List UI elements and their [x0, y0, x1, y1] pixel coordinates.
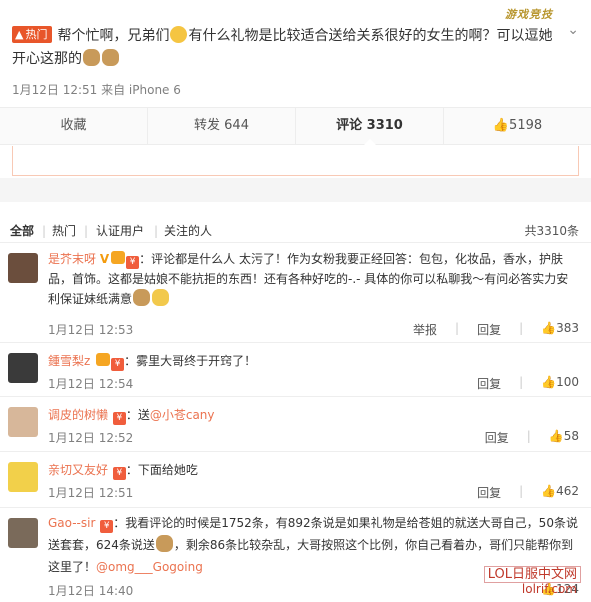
comment-text: 亲切又友好 ¥ ：下面给她吃	[48, 460, 578, 480]
comment-item: 鍾雪梨z ¥ ：雾里大哥终于开窍了！ 1月12日 12:54 回复 | 👍100	[0, 342, 591, 394]
comment-like-button[interactable]: 👍58	[549, 429, 579, 446]
thumbs-up-icon: 👍	[541, 321, 557, 335]
chevron-down-icon[interactable]: ⌄	[567, 22, 579, 38]
dog-emoji-icon	[102, 49, 119, 66]
member-badge-icon: ¥	[111, 358, 125, 371]
filter-separator: |	[84, 224, 89, 238]
comment-input-box[interactable]	[12, 146, 579, 176]
member-badge-icon: ¥	[100, 520, 114, 533]
mention-link[interactable]: @小苍cany	[150, 408, 215, 422]
repost-button[interactable]: 转发 644	[148, 108, 296, 144]
comment-total: 共3310条	[524, 224, 579, 238]
comment-username[interactable]: Gao--sir	[48, 516, 95, 530]
comment-like-count: 462	[556, 484, 579, 498]
dog-emoji-icon	[133, 289, 151, 306]
watermark-logo: 游戏竞技	[505, 8, 553, 21]
section-divider	[0, 178, 591, 202]
filter-separator: |	[154, 224, 159, 238]
crown-badge-icon	[96, 353, 111, 366]
comment-text: 调皮的树懒 ¥ ：送@小苍cany	[48, 405, 578, 425]
action-separator: |	[519, 484, 524, 498]
like-button[interactable]: 👍5198	[444, 108, 591, 144]
comment-text: 是芥末呀 V ¥ ：评论都是什么人 太污了！作为女粉我要正经回答：包包，化妆品，香水…	[48, 249, 578, 309]
member-badge-icon: ¥	[126, 256, 140, 269]
hot-badge-label: 热门	[25, 28, 48, 41]
comment-tab[interactable]: 评论 3310	[296, 108, 444, 145]
filter-hot[interactable]: 热门	[52, 221, 76, 241]
verified-v-icon: V	[99, 252, 110, 266]
comment-body: ：雾里大哥终于开窍了！	[124, 354, 257, 368]
comment-like-button[interactable]: 👍100	[541, 375, 579, 392]
hot-badge: ▲ 热门	[12, 26, 53, 43]
comment-username[interactable]: 亲切又友好	[48, 463, 108, 477]
avatar[interactable]	[8, 253, 38, 283]
post-content: ▲ 热门 帮个忙啊，兄弟们 有什么礼物是比较适合送给关系很好的女生的啊？可以逗她开心这…	[12, 25, 557, 71]
reply-button[interactable]: 回复	[477, 375, 501, 392]
comment-like-count: 383	[556, 321, 579, 335]
comment-time: 1月12日 12:51	[48, 486, 134, 500]
thumbs-up-icon: 👍	[541, 375, 557, 389]
comment-time: 1月12日 14:40	[48, 584, 134, 598]
comment-filter-bar: 全部 | 热门 | 认证用户 | 关注的人 共3310条	[0, 221, 591, 241]
post-text-part-1: 帮个忙啊，兄弟们	[57, 28, 170, 44]
action-separator: |	[519, 321, 524, 335]
member-badge-icon: ¥	[112, 412, 126, 425]
comment-username[interactable]: 是芥末呀	[48, 252, 96, 266]
comment-body: ：下面给她吃	[125, 463, 198, 477]
reply-button[interactable]: 回复	[485, 429, 509, 446]
comment-like-button[interactable]: 👍462	[541, 484, 579, 501]
comment-actions: 回复 | 👍462	[477, 484, 579, 501]
post-meta: 1月12日 12:51 来自 iPhone 6	[12, 83, 181, 97]
watermark-text: LOL日服中文网	[483, 566, 581, 583]
mention-link[interactable]: @omg___Gogoing	[96, 560, 203, 574]
thumbs-up-icon: 👍	[541, 484, 557, 498]
avatar[interactable]	[8, 518, 38, 548]
comment-username[interactable]: 调皮的树懒	[48, 408, 108, 422]
like-count: 5198	[509, 118, 543, 133]
comment-time: 1月12日 12:53	[48, 323, 134, 337]
comment-actions: 举报 | 回复 | 👍383	[413, 321, 579, 338]
filter-all[interactable]: 全部	[10, 221, 34, 241]
comment-time: 1月12日 12:54	[48, 377, 134, 391]
comment-username[interactable]: 鍾雪梨z	[48, 354, 90, 368]
reply-button[interactable]: 回复	[477, 484, 501, 501]
member-badge-icon: ¥	[112, 467, 126, 480]
comment-item: Gao--sir ¥ ：我看评论的时候是1752条，有892条说是如果礼物是给苍姐…	[0, 507, 591, 602]
dog-emoji-icon	[155, 535, 173, 552]
avatar[interactable]	[8, 407, 38, 437]
avatar[interactable]	[8, 353, 38, 383]
comment-like-count: 100	[556, 375, 579, 389]
filter-separator: |	[42, 224, 47, 238]
comment-body: ：送	[125, 408, 150, 422]
comment-item: 亲切又友好 ¥ ：下面给她吃 1月12日 12:51 回复 | 👍462	[0, 451, 591, 503]
cat-emoji-icon	[152, 289, 170, 306]
filter-following[interactable]: 关注的人	[164, 221, 212, 241]
watermark-url: lolrif.com	[521, 582, 577, 596]
thumbs-up-icon: 👍	[548, 429, 564, 443]
comment-item: 调皮的树懒 ¥ ：送@小苍cany 1月12日 12:52 回复 | 👍58	[0, 396, 591, 448]
thumbs-up-icon: 👍	[492, 118, 510, 133]
comment-item: 是芥末呀 V ¥ ：评论都是什么人 太污了！作为女粉我要正经回答：包包，化妆品，香水…	[0, 242, 591, 342]
post-action-bar: 收藏 转发 644 评论 3310 👍5198	[0, 107, 591, 145]
action-separator: |	[519, 375, 524, 389]
smile-emoji-icon	[170, 26, 188, 43]
filter-verified[interactable]: 认证用户	[96, 221, 144, 241]
comment-actions: 回复 | 👍58	[485, 429, 579, 446]
comment-text: 鍾雪梨z ¥ ：雾里大哥终于开窍了！	[48, 351, 578, 371]
report-button[interactable]: 举报	[413, 321, 437, 338]
dog-emoji-icon	[83, 49, 100, 66]
comment-actions: 回复 | 👍100	[477, 375, 579, 392]
flame-icon: ▲	[15, 28, 24, 41]
action-separator: |	[526, 429, 531, 443]
reply-button[interactable]: 回复	[477, 321, 501, 338]
avatar[interactable]	[8, 462, 38, 492]
comment-like-button[interactable]: 👍383	[541, 321, 579, 338]
comment-like-count: 58	[563, 429, 579, 443]
action-separator: |	[455, 321, 460, 335]
comment-time: 1月12日 12:52	[48, 431, 134, 445]
favorite-button[interactable]: 收藏	[0, 108, 148, 144]
crown-badge-icon	[111, 251, 126, 264]
